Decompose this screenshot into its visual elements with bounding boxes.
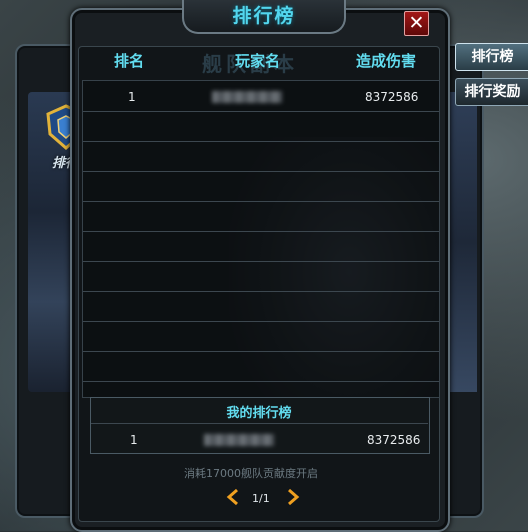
unlock-cost-note: 消耗17000舰队贡献度开启 [184,467,318,480]
my-rank-title: 我的排行榜 [226,406,292,421]
row-divider [83,141,439,142]
row-divider [83,261,439,262]
tab-rewards[interactable]: 排行奖励 [455,78,528,106]
page-indicator: 1/1 [252,492,270,505]
table-row-damage: 8372586 [365,90,419,104]
row-divider [83,201,439,202]
column-header-player: 玩家名 [235,52,281,70]
leaderboard-table [82,80,440,398]
row-divider [83,321,439,322]
row-divider [83,381,439,382]
row-divider [83,171,439,172]
row-divider [83,351,439,352]
my-damage-value: 8372586 [367,433,421,447]
next-page-arrow-icon[interactable] [284,488,302,506]
my-rank-value: 1 [130,433,138,447]
close-button[interactable]: ✕ [404,11,429,36]
close-x-icon: ✕ [408,12,425,34]
table-row-rank: 1 [128,90,136,104]
tab-leaderboard[interactable]: 排行榜 [455,43,528,71]
my-blurred-player-name [204,434,274,446]
row-divider [83,291,439,292]
window-title: 排行榜 [232,5,296,27]
row-divider [83,231,439,232]
prev-page-arrow-icon[interactable] [224,488,242,506]
my-rank-divider [91,423,428,424]
column-header-damage: 造成伤害 [356,52,417,70]
title-plate: 排行榜 [182,0,346,34]
row-divider [83,111,439,112]
blurred-player-name [212,91,282,103]
column-header-rank: 排名 [114,52,145,70]
